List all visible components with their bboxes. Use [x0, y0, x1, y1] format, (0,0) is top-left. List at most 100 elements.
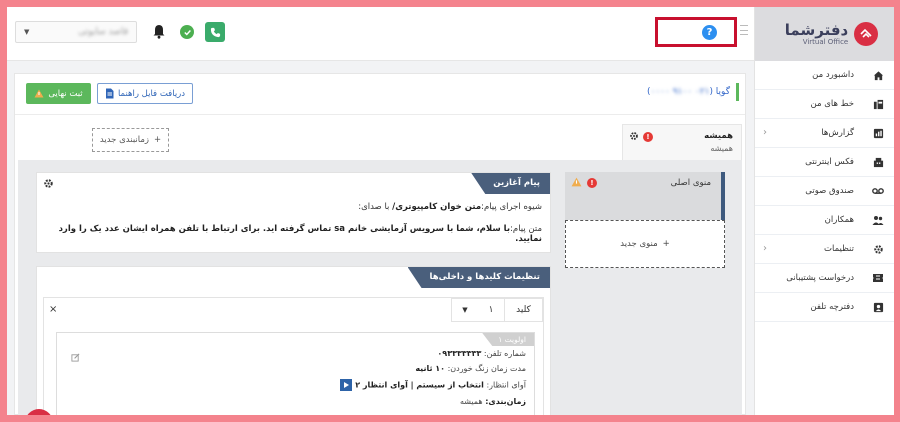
- play-icon[interactable]: [340, 379, 353, 391]
- phone-value: ۰۹۳۳۳۳۳۳۳: [437, 349, 482, 358]
- sidebar-item-label: داشبورد من: [812, 70, 854, 80]
- sidebar-item-support[interactable]: درخواست پشتیبانی: [755, 264, 894, 293]
- main-panel: گویا (۰۲۱ ۹۱۰۰ ۰۰۰۰) ثبت نهایی دریافت فا…: [14, 73, 746, 415]
- ring-line: مدت زمان زنگ خوردن: ۱۰ ثانیه: [415, 364, 526, 373]
- app-window: دفترشما Virtual Office داشبورد من خط های…: [7, 7, 894, 415]
- new-menu-label: منوی جدید: [620, 239, 658, 249]
- sidebar-item-phonebook[interactable]: دفترچه تلفن: [755, 293, 894, 322]
- welcome-voice-label: با صدای:: [358, 202, 393, 212]
- phone-icon: [210, 27, 220, 37]
- sidebar-item-settings[interactable]: تنظیمات ‹: [755, 235, 894, 264]
- chevron-left-icon: ‹: [763, 127, 767, 138]
- wait-line: آوای انتظار: انتخاب از سیستم | آوای انتظ…: [340, 379, 526, 391]
- line-number-title: گویا (۰۲۱ ۹۱۰۰ ۰۰۰۰): [647, 83, 739, 101]
- voicemail-icon: [872, 185, 884, 197]
- company-select-value: قاصد سایوتی: [78, 27, 128, 37]
- key-config-box: × کلید ۱ ▼ اولویت ۱ شماره تلفن: ۰۹۳۳۳۳۳۳…: [43, 297, 544, 415]
- gear-icon: [872, 243, 884, 255]
- new-schedule-button[interactable]: + زمانبندی جدید: [92, 128, 169, 152]
- welcome-text-line: متن پیام:با سلام، شما با سرویس آزمایشی خ…: [37, 224, 542, 244]
- priority-block: اولویت ۱ شماره تلفن: ۰۹۳۳۳۳۳۳۳ مدت زمان …: [56, 332, 535, 415]
- sidebar-item-label: دفترچه تلفن: [810, 302, 854, 312]
- keys-settings-card: تنظیمات کلیدها و داخلی‌ها × کلید ۱ ▼ اول…: [36, 266, 551, 415]
- sidebar: دفترشما Virtual Office داشبورد من خط های…: [754, 7, 894, 415]
- phone-call-button[interactable]: [205, 22, 225, 42]
- close-icon[interactable]: ×: [49, 304, 57, 315]
- sidebar-item-label: فکس اینترنتی: [805, 157, 854, 167]
- key-select[interactable]: کلید ۱ ▼: [451, 298, 543, 322]
- new-menu-button[interactable]: + منوی جدید: [565, 220, 725, 268]
- help-highlight: ?: [655, 17, 737, 47]
- schedule-line: زمان‌بندی: همیشه: [460, 397, 526, 406]
- sidebar-item-label: صندوق صوتی: [805, 186, 854, 196]
- menu-item-main[interactable]: منوی اصلی !: [565, 172, 725, 220]
- line-name: گویا (: [709, 87, 730, 97]
- sidebar-item-voicemail[interactable]: صندوق صوتی: [755, 177, 894, 206]
- logo-mark-icon: [854, 22, 879, 46]
- ivr-workspace: منوی اصلی ! + منوی جدید پیام آغازین شیوه…: [18, 160, 742, 415]
- sidebar-item-my-lines[interactable]: خط های من: [755, 90, 894, 119]
- fax-icon: [872, 156, 884, 168]
- welcome-mode-label: شیوه اجرای پیام:: [481, 202, 542, 212]
- sidebar-item-fax[interactable]: فکس اینترنتی: [755, 148, 894, 177]
- app-logo[interactable]: دفترشما Virtual Office: [755, 7, 894, 61]
- top-bar: ? ▼ قاصد سایوتی: [7, 7, 754, 61]
- priority-label: اولویت ۱: [482, 333, 534, 346]
- schedule-label: زمان‌بندی:: [485, 397, 526, 406]
- warning-icon: [571, 177, 582, 190]
- welcome-mode-line: شیوه اجرای پیام:متن خوان کامپیوتری/ با ص…: [358, 202, 542, 212]
- final-submit-button[interactable]: ثبت نهایی: [26, 83, 91, 104]
- header-divider: [15, 114, 745, 115]
- reports-icon: [872, 127, 884, 139]
- sidebar-item-colleagues[interactable]: همکاران: [755, 206, 894, 235]
- contacts-icon: [872, 301, 884, 313]
- sidebar-item-reports[interactable]: گزارش‌ها ‹: [755, 119, 894, 148]
- bell-icon[interactable]: [152, 24, 166, 39]
- error-badge-icon: !: [643, 132, 653, 142]
- home-icon: [872, 69, 884, 81]
- tab-always-sub: همیشه: [710, 144, 733, 153]
- gear-icon[interactable]: [43, 178, 54, 192]
- ring-label: مدت زمان زنگ خوردن:: [447, 364, 526, 373]
- sidebar-item-label: درخواست پشتیبانی: [786, 273, 854, 283]
- phone-line: شماره تلفن: ۰۹۳۳۳۳۳۳۳: [437, 349, 526, 358]
- phone-label: شماره تلفن:: [483, 349, 526, 358]
- ring-value: ۱۰ ثانیه: [415, 364, 446, 373]
- welcome-message-card: پیام آغازین شیوه اجرای پیام:متن خوان کام…: [36, 172, 551, 253]
- phone-lines-icon: [872, 98, 884, 110]
- card-title: تنظیمات کلیدها و داخلی‌ها: [407, 267, 550, 288]
- download-guide-button[interactable]: دریافت فایل راهنما: [97, 83, 193, 104]
- sidebar-item-label: خط های من: [810, 99, 854, 109]
- chevron-left-icon: ‹: [763, 243, 767, 254]
- schedule-value: همیشه: [459, 397, 483, 406]
- chevron-down-icon: ▼: [24, 28, 30, 36]
- key-select-label: کلید: [504, 299, 542, 321]
- line-number-masked: ۰۲۱ ۹۱۰۰ ۰۰۰۰: [650, 87, 710, 97]
- plus-icon: +: [662, 239, 670, 249]
- logo-subtitle: Virtual Office: [802, 38, 849, 46]
- company-select[interactable]: ▼ قاصد سایوتی: [15, 21, 137, 43]
- sidebar-item-label: گزارش‌ها: [821, 128, 854, 138]
- card-title: پیام آغازین: [471, 173, 550, 194]
- final-submit-label: ثبت نهایی: [48, 88, 83, 99]
- sidebar-item-label: همکاران: [824, 215, 854, 225]
- download-guide-label: دریافت فایل راهنما: [117, 88, 186, 99]
- sidebar-item-dashboard[interactable]: داشبورد من: [755, 61, 894, 90]
- welcome-mode-value: متن خوان کامپیوتری/: [392, 202, 482, 212]
- plus-icon: +: [154, 135, 162, 145]
- tab-always[interactable]: همیشه همیشه !: [622, 124, 742, 160]
- gear-icon[interactable]: [629, 131, 639, 144]
- menu-toggle-icon[interactable]: [740, 25, 748, 35]
- document-icon: [105, 88, 114, 99]
- new-schedule-label: زمانبندی جدید: [99, 135, 149, 145]
- ticket-icon: [872, 272, 884, 284]
- welcome-text-label: متن پیام:: [510, 224, 542, 234]
- wait-label: آوای انتظار:: [486, 380, 526, 390]
- wait-value: انتخاب از سیستم | آوای انتظار ۲: [355, 380, 484, 390]
- warning-icon: [34, 89, 44, 98]
- welcome-text-value: با سلام، شما با سرویس آزمایشی خانم sa تم…: [58, 224, 542, 244]
- question-icon[interactable]: ?: [702, 25, 717, 40]
- edit-icon[interactable]: [71, 353, 80, 365]
- error-badge-icon: !: [587, 178, 597, 188]
- verified-check-icon: [180, 25, 194, 39]
